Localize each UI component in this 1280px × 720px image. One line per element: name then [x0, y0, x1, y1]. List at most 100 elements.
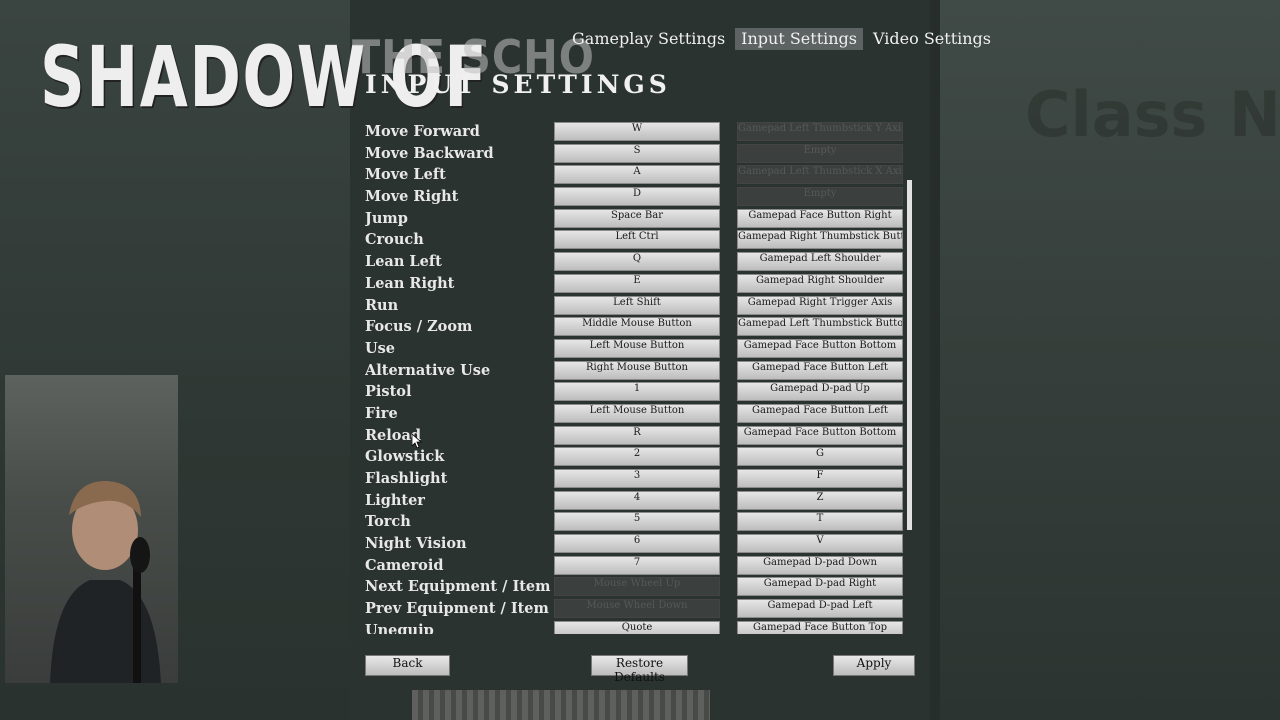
binding-row: Flashlight 3 F [365, 469, 915, 491]
scrollbar[interactable] [907, 180, 912, 530]
keyboard-binding-button[interactable]: A [554, 165, 720, 185]
keyboard-binding-button[interactable]: Left Mouse Button [554, 403, 720, 423]
binding-row: Prev Equipment / Item Mouse Wheel Down Gam… [365, 599, 915, 621]
gamepad-binding-button[interactable]: Gamepad Left Thumbstick Button [737, 317, 903, 337]
gamepad-binding-button[interactable]: Gamepad Left Thumbstick X Axis [737, 165, 903, 185]
gamepad-binding-button[interactable]: Empty [737, 187, 903, 207]
tab-input-settings[interactable]: Input Settings [735, 28, 864, 50]
binding-action-label: Move Forward [365, 123, 480, 140]
keyboard-binding-button[interactable]: 3 [554, 469, 720, 488]
gamepad-binding-button[interactable]: Gamepad D-pad Right [737, 577, 903, 597]
binding-action-label: Move Left [365, 166, 446, 184]
back-button[interactable]: Back [365, 655, 450, 676]
keyboard-binding-button[interactable]: S [554, 143, 720, 163]
binding-row: Focus / Zoom Middle Mouse Button Gamepad L… [365, 317, 915, 339]
gamepad-binding-button[interactable]: Empty [737, 143, 903, 163]
gamepad-binding-button[interactable]: Gamepad Face Button Bottom [737, 425, 903, 445]
keyboard-binding-button[interactable]: Left Shift [554, 295, 720, 315]
tab-video-settings[interactable]: Video Settings [867, 28, 997, 50]
restore-defaults-button[interactable]: Restore Defaults [591, 655, 688, 684]
gamepad-binding-button[interactable]: Gamepad Left Thumbstick Y Axis [737, 122, 903, 141]
binding-row: Night Vision 6 V [365, 534, 915, 556]
binding-row: Move Right D Empty [365, 187, 915, 209]
binding-row: Glowstick 2 G [365, 447, 915, 469]
binding-action-label: Jump [365, 209, 408, 227]
binding-list: Move Forward W Gamepad Left Thumbstick Y A… [365, 122, 915, 634]
binding-row: Reload R Gamepad Face Button Bottom [365, 425, 915, 448]
streamer-silhouette [50, 480, 161, 683]
page-title: INPUT SETTINGS [365, 70, 671, 99]
keyboard-binding-button[interactable]: E [554, 273, 720, 293]
binding-action-label: Next Equipment / Item [365, 578, 551, 596]
binding-row: Lean Left Q Gamepad Left Shoulder [365, 252, 915, 274]
binding-row: Crouch Left Ctrl Gamepad Right Thumbstick … [365, 230, 915, 252]
binding-row: Jump Space Bar Gamepad Face Button Right [365, 208, 915, 231]
binding-action-label: Fire [365, 404, 398, 422]
binding-row: Alternative Use Right Mouse Button Gamepad… [365, 360, 915, 383]
binding-row: Unequip Quote Gamepad Face Button Top [365, 620, 915, 634]
mouse-cursor-icon [412, 434, 422, 448]
keyboard-binding-button[interactable]: Space Bar [554, 208, 720, 228]
gamepad-binding-button[interactable]: Z [737, 490, 903, 510]
binding-row: Fire Left Mouse Button Gamepad Face Button… [365, 403, 915, 426]
gamepad-binding-button[interactable]: Gamepad Face Button Left [737, 360, 903, 380]
gamepad-binding-button[interactable]: Gamepad Face Button Left [737, 403, 903, 423]
settings-tabs: Gameplay Settings Input Settings Video S… [566, 28, 997, 50]
keyboard-binding-button[interactable]: 6 [554, 534, 720, 554]
binding-row: Pistol 1 Gamepad D-pad Up [365, 382, 915, 404]
binding-action-label: Move Right [365, 188, 459, 206]
keyboard-binding-button[interactable]: Q [554, 252, 720, 272]
binding-action-label: Lean Left [365, 253, 442, 271]
binding-action-label: Alternative Use [365, 361, 491, 379]
keyboard-binding-button[interactable]: 1 [554, 382, 720, 402]
keyboard-binding-button[interactable]: 7 [554, 555, 720, 575]
binding-row: Run Left Shift Gamepad Right Trigger Axis [365, 295, 915, 318]
gamepad-binding-button[interactable]: G [737, 447, 903, 467]
keyboard-binding-button[interactable]: R [554, 425, 720, 445]
binding-action-label: Run [365, 296, 399, 314]
binding-action-label: Torch [365, 513, 411, 531]
binding-action-label: Crouch [365, 231, 424, 249]
gamepad-binding-button[interactable]: Gamepad Right Trigger Axis [737, 295, 903, 315]
binding-action-label: Flashlight [365, 470, 448, 487]
binding-row: Move Left A Gamepad Left Thumbstick X Axis [365, 165, 915, 187]
binding-action-label: Prev Equipment / Item [365, 600, 549, 618]
gamepad-binding-button[interactable]: Gamepad Right Thumbstick Button [737, 230, 903, 250]
gamepad-binding-button[interactable]: Gamepad D-pad Down [737, 555, 903, 575]
binding-row: Next Equipment / Item Mouse Wheel Up Gamep… [365, 577, 915, 599]
keyboard-binding-button[interactable]: 5 [554, 512, 720, 532]
apply-button[interactable]: Apply [833, 655, 915, 676]
gamepad-binding-button[interactable]: T [737, 512, 903, 532]
binding-row: Lighter 4 Z [365, 490, 915, 513]
gamepad-binding-button[interactable]: Gamepad Face Button Right [737, 208, 903, 228]
binding-action-label: Lighter [365, 491, 425, 509]
keyboard-binding-button[interactable]: Mouse Wheel Down [554, 599, 720, 619]
gamepad-binding-button[interactable]: Gamepad Left Shoulder [737, 252, 903, 272]
keyboard-binding-button[interactable]: 2 [554, 447, 720, 467]
background-floor [412, 690, 710, 720]
keyboard-binding-button[interactable]: Left Ctrl [554, 230, 720, 250]
binding-row: Move Forward W Gamepad Left Thumbstick Y A… [365, 122, 915, 144]
gamepad-binding-button[interactable]: V [737, 534, 903, 554]
gamepad-binding-button[interactable]: F [737, 469, 903, 488]
keyboard-binding-button[interactable]: W [554, 122, 720, 141]
gamepad-binding-button[interactable]: Gamepad D-pad Left [737, 599, 903, 619]
keyboard-binding-button[interactable]: D [554, 187, 720, 207]
keyboard-binding-button[interactable]: Middle Mouse Button [554, 317, 720, 337]
binding-action-label: Lean Right [365, 274, 455, 292]
binding-row: Cameroid 7 Gamepad D-pad Down [365, 555, 915, 578]
gamepad-binding-button[interactable]: Gamepad Face Button Top [737, 620, 903, 634]
keyboard-binding-button[interactable]: Mouse Wheel Up [554, 577, 720, 597]
background-right: Class No [930, 0, 1280, 720]
binding-action-label: Night Vision [365, 535, 467, 553]
tab-gameplay-settings[interactable]: Gameplay Settings [566, 28, 731, 50]
keyboard-binding-button[interactable]: 4 [554, 490, 720, 510]
keyboard-binding-button[interactable]: Left Mouse Button [554, 338, 720, 358]
binding-action-label: Use [365, 339, 396, 357]
gamepad-binding-button[interactable]: Gamepad Face Button Bottom [737, 338, 903, 358]
gamepad-binding-button[interactable]: Gamepad Right Shoulder [737, 273, 903, 293]
gamepad-binding-button[interactable]: Gamepad D-pad Up [737, 382, 903, 402]
binding-action-label: Pistol [365, 383, 412, 401]
keyboard-binding-button[interactable]: Right Mouse Button [554, 360, 720, 380]
keyboard-binding-button[interactable]: Quote [554, 620, 720, 634]
